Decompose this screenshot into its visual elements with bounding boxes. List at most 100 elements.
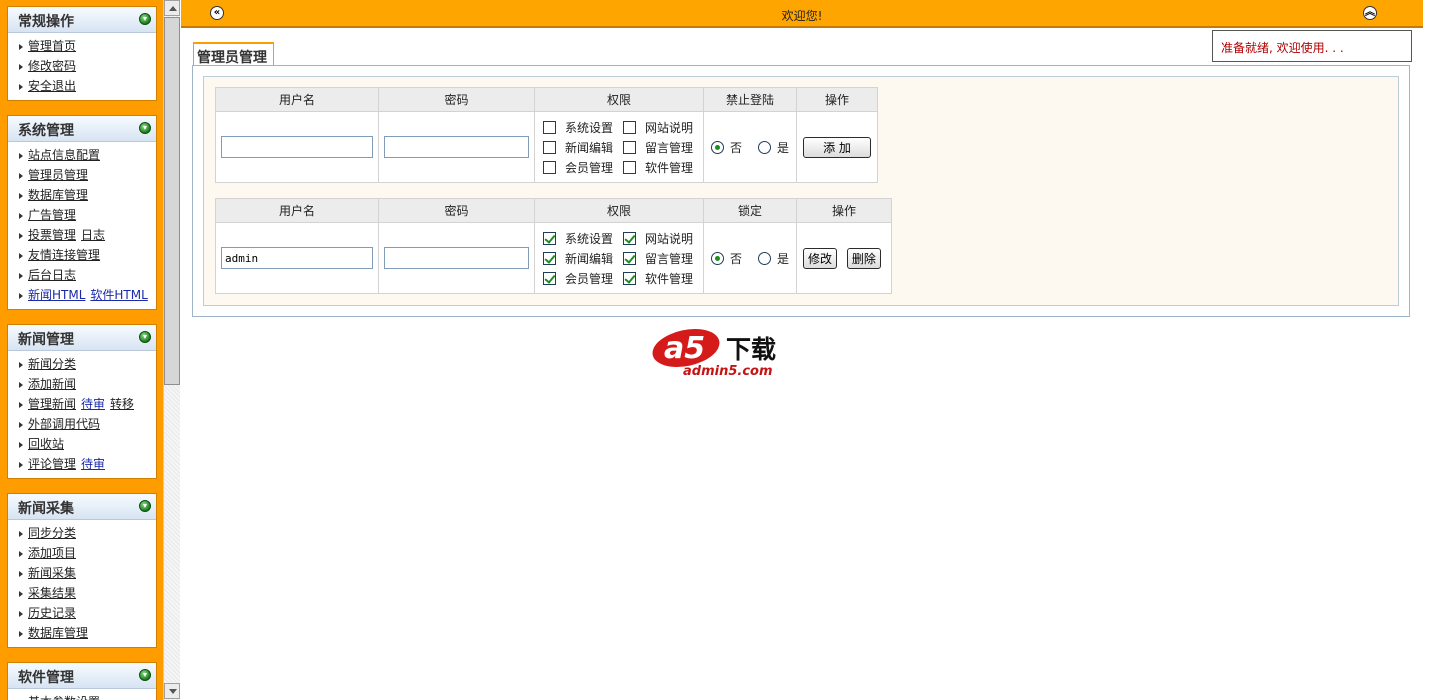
- sidebar-link[interactable]: 新闻分类: [28, 357, 76, 371]
- permission-option: 网站说明: [623, 119, 703, 135]
- panel-header[interactable]: 系统管理: [8, 116, 156, 142]
- scroll-thumb[interactable]: [164, 17, 180, 385]
- new-password-input[interactable]: [384, 136, 529, 158]
- delete-button[interactable]: 删除: [846, 247, 881, 269]
- permission-option: 软件管理: [623, 159, 703, 175]
- sidebar-link[interactable]: 新闻采集: [28, 566, 76, 580]
- sidebar-link[interactable]: 日志: [81, 228, 105, 242]
- bullet-icon: [19, 590, 23, 597]
- panel-header[interactable]: 新闻管理: [8, 325, 156, 351]
- sidebar-link[interactable]: 添加新闻: [28, 377, 76, 391]
- tab-admin-management[interactable]: 管理员管理: [193, 42, 274, 66]
- password-input[interactable]: [384, 247, 529, 269]
- collapse-toggle-icon[interactable]: [139, 122, 151, 134]
- sidebar-link[interactable]: 同步分类: [28, 526, 76, 540]
- sidebar-link[interactable]: 数据库管理: [28, 188, 88, 202]
- panel-header[interactable]: 常规操作: [8, 7, 156, 33]
- permission-checkbox[interactable]: [543, 120, 556, 134]
- panel-body: 新闻分类 添加新闻 管理新闻 待审 转移 外部调用代码 回收站 评论管理 待审: [8, 351, 156, 478]
- lock-no-radio[interactable]: [710, 251, 724, 265]
- sidebar-link[interactable]: 外部调用代码: [28, 417, 100, 431]
- sidebar-link[interactable]: 管理员管理: [28, 168, 88, 182]
- sidebar-link[interactable]: 新闻HTML: [28, 288, 85, 302]
- permission-checkbox[interactable]: [623, 231, 636, 245]
- sidebar-item: 站点信息配置: [8, 145, 156, 165]
- scroll-down-button[interactable]: [164, 683, 180, 699]
- bullet-icon: [19, 421, 23, 428]
- panel-title: 新闻管理: [18, 332, 74, 348]
- sidebar-link[interactable]: 数据库管理: [28, 626, 88, 640]
- bullet-icon: [19, 381, 23, 388]
- permission-label: 软件管理: [645, 160, 694, 175]
- panel-header[interactable]: 软件管理: [8, 663, 156, 689]
- sidebar-link[interactable]: 转移: [110, 397, 134, 411]
- permission-checkbox[interactable]: [543, 251, 556, 265]
- sidebar-link[interactable]: 站点信息配置: [28, 148, 100, 162]
- sidebar-link[interactable]: 安全退出: [28, 79, 76, 93]
- bullet-icon: [19, 152, 23, 159]
- sidebar-link[interactable]: 基本参数设置: [28, 695, 100, 700]
- permission-checkbox[interactable]: [623, 120, 636, 134]
- sidebar-link[interactable]: 软件HTML: [90, 288, 147, 302]
- sidebar-link[interactable]: 评论管理: [28, 457, 76, 471]
- column-header: 用户名: [215, 198, 379, 223]
- sidebar-link[interactable]: 投票管理: [28, 228, 76, 242]
- edit-button[interactable]: 修改: [803, 247, 838, 269]
- sidebar-item: 修改密码: [8, 56, 156, 76]
- sidebar-link[interactable]: 管理新闻: [28, 397, 76, 411]
- sidebar-link[interactable]: 采集结果: [28, 586, 76, 600]
- permission-checkbox[interactable]: [623, 251, 636, 265]
- permission-checkbox[interactable]: [543, 231, 556, 245]
- collapse-toggle-icon[interactable]: [139, 669, 151, 681]
- collapse-toggle-icon[interactable]: [139, 13, 151, 25]
- sidebar-link[interactable]: 友情连接管理: [28, 248, 100, 262]
- sidebar-link[interactable]: 添加项目: [28, 546, 76, 560]
- panel-body: 站点信息配置 管理员管理数据库管理广告管理投票管理 日志友情连接管理 后台日志新闻HT…: [8, 142, 156, 309]
- sidebar-link[interactable]: 后台日志: [28, 268, 76, 282]
- permission-label: 会员管理: [565, 160, 614, 175]
- bullet-icon: [19, 83, 23, 90]
- permission-checkbox[interactable]: [543, 271, 556, 285]
- username-input[interactable]: [221, 247, 373, 269]
- lock-yes-radio[interactable]: [758, 251, 771, 265]
- collapse-up-icon[interactable]: ︽: [1363, 6, 1377, 20]
- permission-option: 系统设置: [543, 230, 623, 246]
- permission-checkbox[interactable]: [543, 140, 556, 154]
- sidebar-link[interactable]: 修改密码: [28, 59, 76, 73]
- permission-checkbox[interactable]: [623, 160, 636, 174]
- sidebar-item: 基本参数设置: [8, 692, 156, 700]
- sidebar-link[interactable]: 待审: [81, 457, 105, 471]
- permission-checkbox[interactable]: [623, 271, 636, 285]
- new-username-input[interactable]: [221, 136, 373, 158]
- sidebar-link[interactable]: 待审: [81, 397, 105, 411]
- sidebar-item: 添加新闻: [8, 374, 156, 394]
- collapse-toggle-icon[interactable]: [139, 500, 151, 512]
- admin-list-table: 用户名 密码 权限 锁定 操作 系统设置 网站说明新闻编辑 留言管理会员管理 软件管理…: [215, 198, 892, 294]
- bullet-icon: [19, 272, 23, 279]
- sidebar-link[interactable]: 广告管理: [28, 208, 76, 222]
- permission-label: 留言管理: [645, 251, 694, 266]
- sidebar-scrollbar[interactable]: [163, 0, 180, 700]
- sidebar-link[interactable]: 历史记录: [28, 606, 76, 620]
- logo-suffix-text: 下载: [726, 335, 776, 364]
- ban-yes-radio[interactable]: [758, 140, 771, 154]
- sidebar-item: 新闻分类: [8, 354, 156, 374]
- permission-checkbox[interactable]: [623, 140, 636, 154]
- collapse-toggle-icon[interactable]: [139, 331, 151, 343]
- sidebar-link[interactable]: 回收站: [28, 437, 64, 451]
- panel-header[interactable]: 新闻采集: [8, 494, 156, 520]
- status-box: 准备就绪, 欢迎使用. . .: [1212, 30, 1412, 62]
- bullet-icon: [19, 43, 23, 50]
- bullet-icon: [19, 401, 23, 408]
- scroll-up-button[interactable]: [164, 0, 180, 16]
- permission-label: 软件管理: [645, 271, 694, 286]
- sidebar-link[interactable]: 管理首页: [28, 39, 76, 53]
- status-text: 准备就绪, 欢迎使用. . .: [1221, 41, 1344, 55]
- add-button[interactable]: 添 加: [803, 136, 871, 158]
- sidebar-item: 新闻HTML 软件HTML: [8, 285, 156, 305]
- panel-title: 系统管理: [18, 123, 74, 139]
- permission-checkbox[interactable]: [543, 160, 556, 174]
- ban-no-radio[interactable]: [710, 140, 724, 154]
- bullet-icon: [19, 192, 23, 199]
- sidebar-panel: 新闻管理 新闻分类 添加新闻 管理新闻 待审 转移 外部调用代码 回收站 评论管理 待审: [7, 324, 157, 479]
